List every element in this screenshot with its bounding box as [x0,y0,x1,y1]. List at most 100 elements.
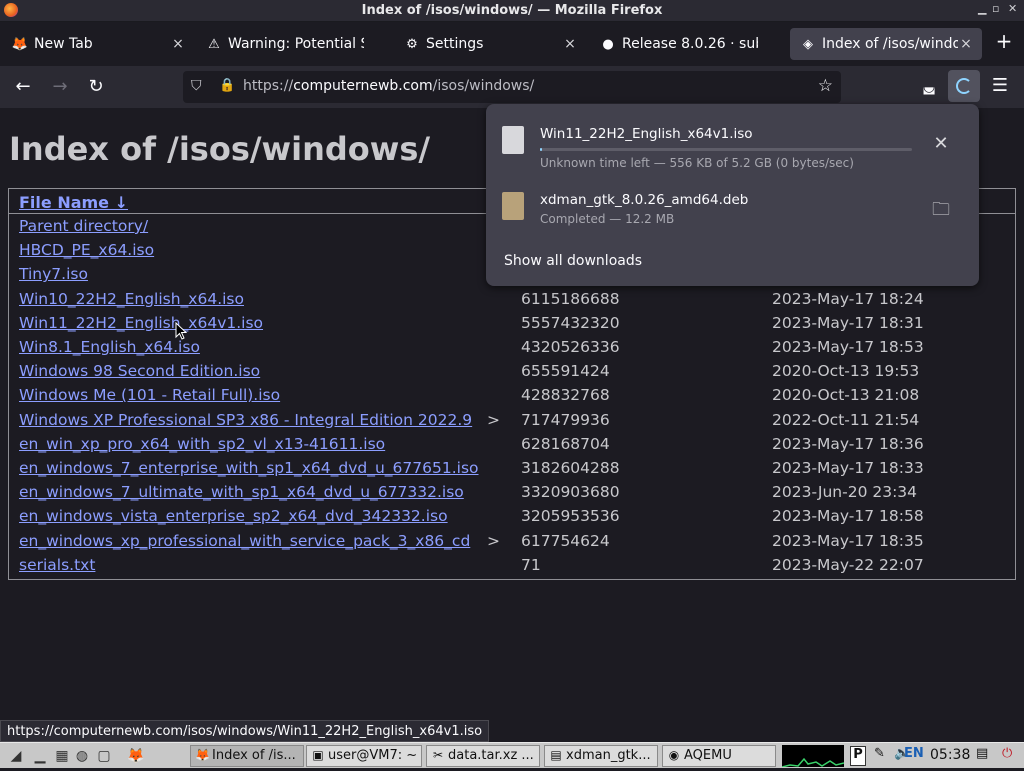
tool-icon[interactable]: ✎ [874,746,885,761]
task-label: AQEMU [684,748,732,763]
page-icon: ◈ [803,36,813,52]
taskbar-task[interactable]: ✂ data.tar.xz ... [426,745,540,767]
file-size: 3182604288 [521,459,620,477]
firefox-launcher-icon[interactable]: 🦊 [126,746,146,766]
minimize-icon[interactable]: ▁ [978,2,986,15]
shield-icon[interactable]: ⛉ [191,78,202,94]
download-filename: Win11_22H2_English_x64v1.iso [540,126,753,142]
start-menu-icon[interactable]: ◢ [6,746,26,766]
tab-label: Release 8.0.26 · subl [622,36,758,52]
table-row: Windows Me (101 - Retail Full).iso 428832… [9,384,1015,408]
hamburger-menu-icon[interactable]: ☰ [988,74,1012,98]
file-size: 617754624 [521,531,610,550]
show-desktop-icon[interactable]: ▁ [30,746,50,766]
file-link[interactable]: en_windows_7_ultimate_with_sp1_x64_dvd_u… [19,483,464,501]
table-row: en_windows_xp_professional_with_service_… [9,530,1015,554]
tab-release[interactable]: ● Release 8.0.26 · subl [590,28,782,60]
maximize-icon[interactable]: ▫ [992,2,999,15]
new-tab-button[interactable]: + [992,30,1016,54]
close-icon[interactable]: × [170,36,186,52]
file-date: 2023-May-17 18:53 [772,338,924,356]
file-link[interactable]: Parent directory/ [19,217,148,235]
browser-launcher-icon[interactable]: ◍ [72,746,92,766]
download-status: Completed — 12.2 MB [540,212,675,226]
page-title: Index of /isos/windows/ [9,130,431,168]
clipboard-icon[interactable]: P [850,746,866,766]
table-row: en_win_xp_pro_x64_with_sp2_vl_x13-41611.… [9,433,1015,457]
url-text[interactable]: https://computernewb.com/isos/windows/ [243,78,534,94]
archive-icon: ▤ [550,748,562,762]
reload-icon[interactable]: ↻ [83,74,109,100]
aqemu-icon: ◉ [668,748,680,762]
file-size: 71 [521,555,541,574]
taskbar-task[interactable]: ◉ AQEMU [662,745,776,767]
url-bar[interactable]: ⛉ 🔒 https://computernewb.com/isos/window… [183,71,841,103]
window-titlebar: Index of /isos/windows/ — Mozilla Firefo… [0,0,1024,22]
file-link[interactable]: en_windows_xp_professional_with_service_… [19,532,470,550]
forward-arrow-icon[interactable]: → [47,74,73,100]
pocket-icon[interactable]: ◛ [918,74,940,100]
task-label: xdman_gtk... [566,748,651,763]
window-title: Index of /isos/windows/ — Mozilla Firefo… [361,3,663,18]
tab-strip: 🦊 New Tab × ⚠ Warning: Potential Se ⚙ Se… [0,22,1024,66]
file-size: 628168704 [521,434,610,453]
file-link[interactable]: HBCD_PE_x64.iso [19,241,154,259]
downloads-button[interactable] [948,70,980,102]
keyboard-layout[interactable]: EN [904,746,924,761]
file-link[interactable]: Win11_22H2_English_x64v1.iso [19,314,263,332]
table-row: Win10_22H2_English_x64.iso 6115186688 2023… [9,288,1015,312]
gear-icon: ⚙ [406,36,418,52]
link-status-bar: https://computernewb.com/isos/windows/Wi… [0,720,490,742]
tab-warning[interactable]: ⚠ Warning: Potential Se [196,28,388,60]
file-link[interactable]: Windows 98 Second Edition.iso [19,362,260,380]
table-row: en_windows_7_ultimate_with_sp1_x64_dvd_u… [9,481,1015,505]
task-label: user@VM7: ~ [328,748,418,763]
file-date: 2023-May-22 22:07 [772,555,924,574]
download-filename: xdman_gtk_8.0.26_amd64.deb [540,192,749,208]
tab-label: Index of /isos/window [822,36,958,52]
file-manager-icon[interactable]: ▦ [52,746,72,766]
file-date: 2023-May-17 18:24 [772,289,924,308]
lock-screen-icon[interactable]: ▤ [976,746,988,761]
file-link[interactable]: en_windows_7_enterprise_with_sp1_x64_dvd… [19,459,479,477]
close-icon[interactable]: ✕ [931,134,951,154]
file-size: 3320903680 [521,483,620,502]
close-icon[interactable]: × [562,36,578,52]
show-all-downloads-button[interactable]: Show all downloads [504,253,642,269]
tab-new-tab[interactable]: 🦊 New Tab × [2,28,194,60]
table-row: Windows XP Professional SP3 x86 - Integr… [9,409,1015,433]
file-link[interactable]: Tiny7.iso [19,265,88,283]
file-link[interactable]: serials.txt [19,556,95,574]
close-icon[interactable]: × [958,36,974,52]
warning-icon: ⚠ [208,36,220,52]
file-link[interactable]: Windows XP Professional SP3 x86 - Integr… [19,411,472,429]
file-link[interactable]: en_windows_vista_enterprise_sp2_x64_dvd_… [19,507,448,525]
taskbar-task[interactable]: ▣ user@VM7: ~ [306,745,422,767]
tab-index-of[interactable]: ◈ Index of /isos/window × [790,28,982,60]
taskbar: ◢ ▁ ▦ ◍ ▢ 🦊 🦊 Index of /is... ▣ user@VM7: ~… [0,742,1024,768]
file-date: 2023-May-17 18:36 [772,434,924,453]
close-window-icon[interactable]: ✕ [1008,2,1017,15]
truncation-marker: > [487,531,500,550]
download-item[interactable]: xdman_gtk_8.0.26_amd64.deb Completed — 1… [500,182,965,244]
file-link[interactable]: Win8.1_English_x64.iso [19,338,200,356]
file-link[interactable]: Windows Me (101 - Retail Full).iso [19,386,280,404]
file-name-column-header[interactable]: File Name ↓ [19,193,128,212]
bookmark-star-icon[interactable]: ☆ [818,76,833,96]
power-icon[interactable]: ⏻ [1002,746,1012,761]
back-arrow-icon[interactable]: ← [10,74,36,100]
file-date: 2023-May-17 18:35 [772,531,924,550]
file-size: 655591424 [521,362,610,381]
download-progress-icon [956,78,972,94]
taskbar-task[interactable]: 🦊 Index of /is... [190,745,304,767]
folder-icon[interactable]: 🗀 [931,200,951,220]
lock-icon[interactable]: 🔒 [219,78,235,93]
file-size: 5557432320 [521,313,620,332]
taskbar-task[interactable]: ▤ xdman_gtk... [544,745,658,767]
download-item[interactable]: Win11_22H2_English_x64v1.iso Unknown tim… [500,116,965,178]
file-link[interactable]: en_win_xp_pro_x64_with_sp2_vl_x13-41611.… [19,435,385,453]
file-date: 2023-May-17 18:33 [772,459,924,477]
tab-settings[interactable]: ⚙ Settings × [394,28,586,60]
file-link[interactable]: Win10_22H2_English_x64.iso [19,290,244,308]
terminal-launcher-icon[interactable]: ▢ [94,746,114,766]
